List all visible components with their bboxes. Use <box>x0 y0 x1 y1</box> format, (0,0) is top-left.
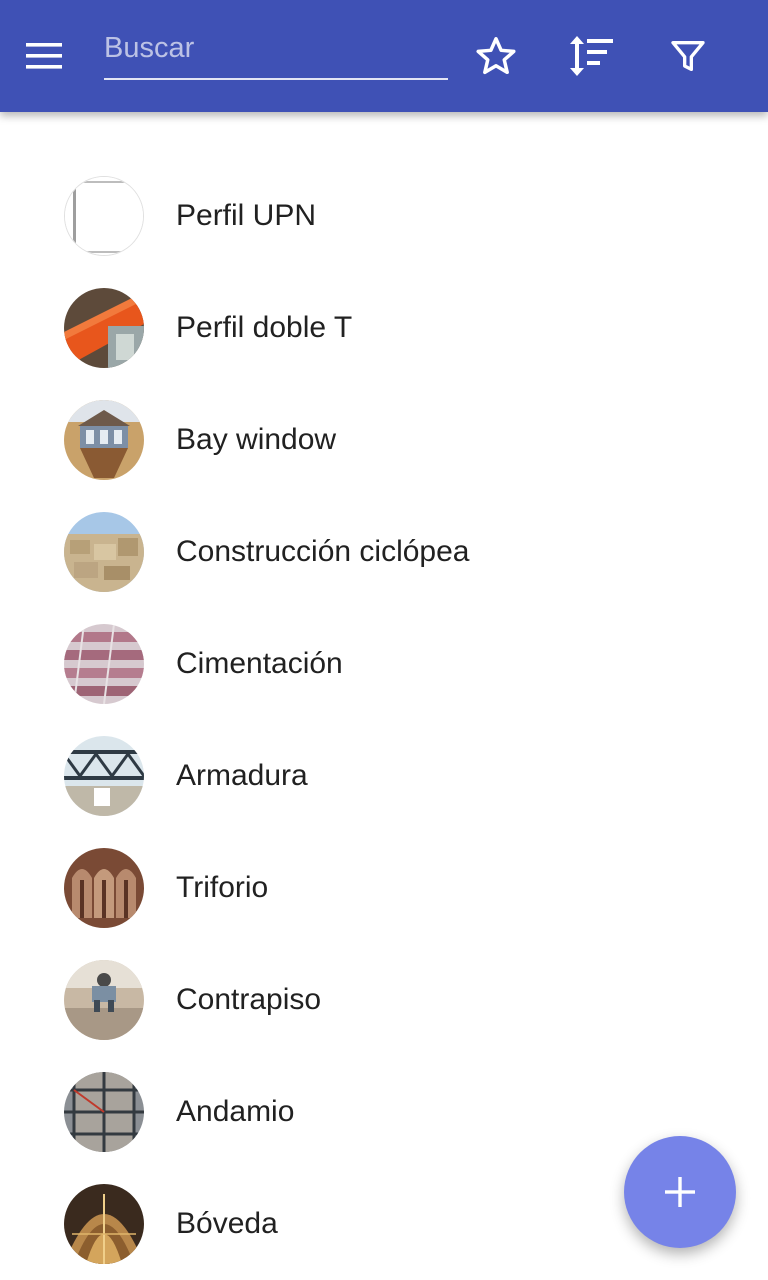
list-item[interactable]: Triforio <box>0 832 768 944</box>
add-item-button[interactable] <box>624 1136 736 1248</box>
list-item-label: Andamio <box>176 1095 295 1128</box>
list-item-label: Triforio <box>176 871 269 904</box>
thumbnail-boveda <box>64 1184 144 1264</box>
list-item[interactable]: Perfil doble T <box>0 272 768 384</box>
list-item[interactable]: Cimentación <box>0 608 768 720</box>
thumbnail-cimentacion <box>64 624 144 704</box>
thumbnail-contrapiso <box>64 960 144 1040</box>
star-outline-icon <box>476 37 516 75</box>
list-item-label: Perfil doble T <box>176 311 353 344</box>
thumbnail-armadura <box>64 736 144 816</box>
filter-icon <box>671 41 705 72</box>
thumbnail-triforio <box>64 848 144 928</box>
thumbnail-andamio <box>64 1072 144 1152</box>
menu-icon <box>26 43 62 69</box>
list-item-label: Contrapiso <box>176 983 322 1016</box>
search-input[interactable] <box>104 18 448 80</box>
list-item[interactable]: Armadura <box>0 720 768 832</box>
list-item-label: Bóveda <box>176 1207 278 1240</box>
item-list: Perfil UPN Perfil doble T Bay window Con… <box>0 160 768 1280</box>
list-item-label: Construcción ciclópea <box>176 535 470 568</box>
list-item[interactable]: Bay window <box>0 384 768 496</box>
menu-button[interactable] <box>26 32 86 80</box>
search-field <box>104 18 448 82</box>
thumbnail-perfil-upn <box>64 176 144 256</box>
sort-icon <box>570 36 613 76</box>
thumbnail-construccion-ciclopea <box>64 512 144 592</box>
list-item-label: Perfil UPN <box>176 199 317 232</box>
list-item[interactable]: Perfil UPN <box>0 160 768 272</box>
list-item-label: Cimentación <box>176 647 343 680</box>
app-screen: Perfil UPN Perfil doble T <box>0 0 768 1280</box>
list-item[interactable]: Contrapiso <box>0 944 768 1056</box>
thumbnail-perfil-doble-t <box>64 288 144 368</box>
list-item[interactable]: Construcción ciclópea <box>0 496 768 608</box>
favorites-button[interactable] <box>468 28 524 84</box>
thumbnail-bay-window <box>64 400 144 480</box>
list-item-label: Bay window <box>176 423 337 456</box>
plus-icon <box>665 1177 695 1207</box>
filter-button[interactable] <box>660 28 716 84</box>
top-app-bar <box>0 0 768 112</box>
list-item-label: Armadura <box>176 759 308 792</box>
sort-button[interactable] <box>563 28 619 84</box>
